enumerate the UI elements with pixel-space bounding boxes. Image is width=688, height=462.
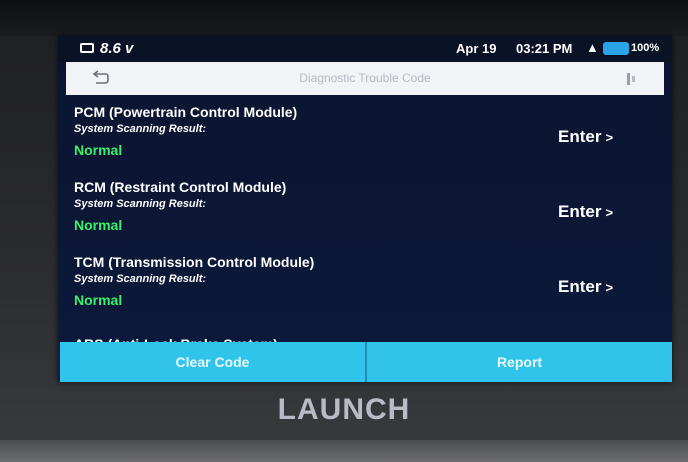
enter-label: Enter — [558, 202, 602, 221]
module-name: TCM (Transmission Control Module) — [74, 254, 315, 270]
module-list: PCM (Powertrain Control Module) System S… — [58, 96, 672, 342]
wifi-icon: ▲ — [586, 40, 599, 55]
battery-percent: 100% — [631, 42, 660, 54]
title-bar: Diagnostic Trouble Code — [66, 62, 664, 95]
list-item: RCM (Restraint Control Module) System Sc… — [58, 171, 672, 247]
report-button[interactable]: Report — [367, 342, 672, 382]
scan-result-label: System Scanning Result: — [74, 273, 207, 285]
enter-label: Enter — [558, 277, 602, 296]
battery-level-icon — [603, 42, 629, 55]
list-item: PCM (Powertrain Control Module) System S… — [58, 96, 672, 172]
screen: 8.6 v Apr 19 03:21 PM ▲ 100% Diagnostic … — [58, 36, 672, 382]
action-bar: Clear Code Report — [60, 342, 672, 382]
page-title: Diagnostic Trouble Code — [299, 71, 431, 85]
enter-label: Enter — [558, 127, 602, 146]
enter-button[interactable]: Enter > — [558, 277, 613, 297]
scan-tool-device: 8.6 v Apr 19 03:21 PM ▲ 100% Diagnostic … — [0, 0, 688, 462]
enter-button[interactable]: Enter > — [558, 127, 613, 147]
voltage-readout: 8.6 v — [100, 40, 134, 57]
top-bezel — [0, 0, 688, 36]
scan-result-label: System Scanning Result: — [74, 123, 207, 135]
list-item: TCM (Transmission Control Module) System… — [58, 246, 672, 322]
module-name: PCM (Powertrain Control Module) — [74, 104, 298, 120]
device-bottom-edge — [0, 440, 688, 462]
menu-icon[interactable] — [626, 72, 636, 86]
status-bar: 8.6 v Apr 19 03:21 PM ▲ 100% — [58, 36, 672, 62]
brand-logo: LAUNCH — [277, 393, 411, 426]
status-time: 03:21 PM — [516, 41, 573, 56]
clear-code-button[interactable]: Clear Code — [60, 342, 365, 382]
module-name: RCM (Restraint Control Module) — [74, 179, 287, 195]
scan-result-label: System Scanning Result: — [74, 198, 207, 210]
chevron-right-icon: > — [605, 205, 614, 220]
chevron-right-icon: > — [605, 130, 614, 145]
vehicle-battery-icon — [80, 43, 94, 53]
chevron-right-icon: > — [605, 280, 614, 295]
scan-result-value: Normal — [74, 292, 123, 308]
status-date: Apr 19 — [456, 41, 497, 56]
scan-result-value: Normal — [74, 142, 123, 158]
enter-button[interactable]: Enter > — [558, 202, 613, 222]
scan-result-value: Normal — [74, 217, 123, 233]
